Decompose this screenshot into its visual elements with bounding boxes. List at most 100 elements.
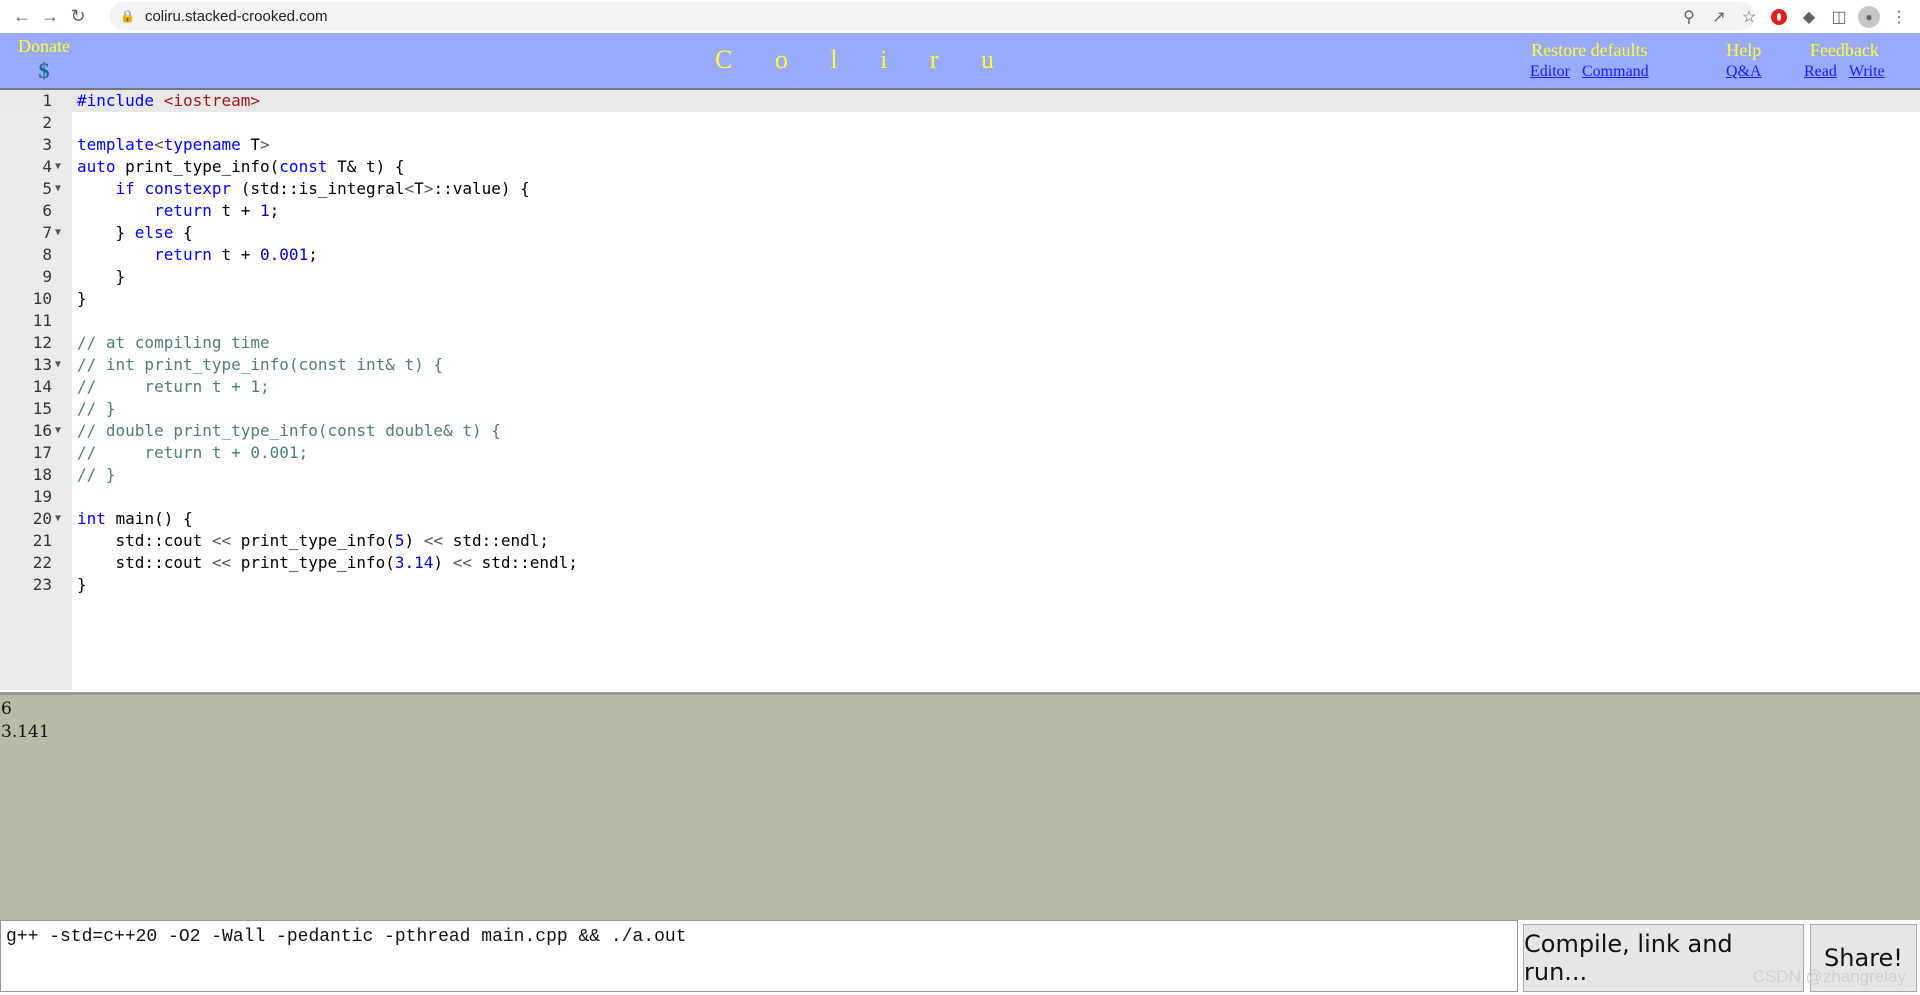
line-number: 22 — [32, 553, 52, 572]
line-number: 11 — [32, 311, 52, 330]
code-line[interactable]: 21 std::cout << print_type_info(5) << st… — [0, 530, 1920, 552]
profile-icon[interactable]: ● — [1854, 2, 1884, 32]
code-editor[interactable]: 1 #include <iostream> 2 3 template<typename … — [0, 90, 1920, 690]
line-number: 13 — [32, 355, 52, 374]
browser-toolbar: ← → ↻ 🔒 coliru.stacked-crooked.com ⚲ ↗ ☆… — [0, 0, 1920, 34]
code-text: } else { — [77, 223, 193, 242]
line-number: 21 — [32, 531, 52, 550]
fold-arrow-icon[interactable]: ▼ — [55, 354, 65, 376]
output-line: 6 — [1, 699, 12, 719]
code-line[interactable]: 15 // } — [0, 398, 1920, 420]
code-line[interactable]: 10} — [0, 288, 1920, 310]
code-line[interactable]: 22 std::cout << print_type_info(3.14) <<… — [0, 552, 1920, 574]
fold-arrow-icon[interactable]: ▼ — [55, 420, 65, 442]
help-menu: Help Q&A — [1720, 40, 1768, 81]
help-qa-link[interactable]: Q&A — [1726, 63, 1762, 80]
donate-label[interactable]: Donate — [18, 36, 70, 56]
restore-defaults-menu: Restore defaults Editor Command — [1524, 40, 1655, 81]
reload-icon[interactable]: ↻ — [64, 3, 92, 31]
code-text: // double print_type_info(const double& … — [77, 421, 501, 440]
line-number: 23 — [32, 575, 52, 594]
code-text: // at compiling time — [77, 333, 270, 352]
line-number: 15 — [32, 399, 52, 418]
line-number: 8 — [42, 245, 52, 264]
code-text: auto print_type_info(const T& t) { — [77, 157, 405, 176]
line-number: 2 — [42, 113, 52, 132]
zoom-icon[interactable]: ⚲ — [1674, 2, 1704, 32]
feedback-read-link[interactable]: Read — [1804, 63, 1837, 80]
command-input[interactable]: g++ -std=c++20 -O2 -Wall -pedantic -pthr… — [0, 920, 1518, 992]
line-number: 18 — [32, 465, 52, 484]
line-number: 20 — [32, 509, 52, 528]
code-line[interactable]: 4 ▼ auto print_type_info(const T& t) { — [0, 156, 1920, 178]
code-line[interactable]: 14 // return t + 1; — [0, 376, 1920, 398]
code-line[interactable]: 5 ▼ if constexpr (std::is_integral<T>::va… — [0, 178, 1920, 200]
code-line[interactable]: 9 } — [0, 266, 1920, 288]
line-number: 12 — [32, 333, 52, 352]
url-text: coliru.stacked-crooked.com — [144, 7, 328, 25]
code-line[interactable]: 1 #include <iostream> — [0, 90, 1920, 112]
code-text: std::cout << print_type_info(5) << std::… — [77, 531, 550, 550]
code-line[interactable]: 17 // return t + 0.001; — [0, 442, 1920, 464]
restore-editor-link[interactable]: Editor — [1530, 63, 1570, 80]
code-line[interactable]: 20 ▼ int main() { — [0, 508, 1920, 530]
lock-icon: 🔒 — [120, 9, 135, 23]
back-arrow-icon[interactable]: ← — [8, 3, 36, 31]
code-line[interactable]: 2 — [0, 112, 1920, 134]
fold-arrow-icon[interactable]: ▼ — [55, 222, 65, 244]
line-number: 10 — [32, 289, 52, 308]
code-text: // return t + 0.001; — [77, 443, 309, 462]
forward-arrow-icon[interactable]: → — [36, 3, 64, 31]
output-line: 3.141 — [1, 722, 50, 742]
code-line[interactable]: 23} — [0, 574, 1920, 596]
code-text: } — [77, 289, 87, 308]
line-number: 16 — [32, 421, 52, 440]
code-text: // return t + 1; — [77, 377, 270, 396]
fold-arrow-icon[interactable]: ▼ — [55, 508, 65, 530]
share-page-icon[interactable]: ↗ — [1704, 2, 1734, 32]
extensions-puzzle-icon[interactable]: ◆ — [1794, 2, 1824, 32]
code-text: #include <iostream> — [77, 91, 261, 110]
code-line[interactable]: 6 return t + 1; — [0, 200, 1920, 222]
code-text: } — [77, 575, 87, 594]
code-line[interactable]: 7 ▼ } else { — [0, 222, 1920, 244]
coliru-header: Donate $ C o l i r u Restore defaults Ed… — [0, 33, 1920, 90]
line-number: 19 — [32, 487, 52, 506]
code-line[interactable]: 18 // } — [0, 464, 1920, 486]
line-number: 1 — [42, 91, 52, 110]
help-label: Help — [1726, 40, 1762, 60]
bookmark-star-icon[interactable]: ☆ — [1734, 2, 1764, 32]
command-bar: g++ -std=c++20 -O2 -Wall -pedantic -pthr… — [0, 920, 1920, 995]
code-line[interactable]: 19 — [0, 486, 1920, 508]
feedback-write-link[interactable]: Write — [1849, 63, 1885, 80]
watermark: CSDN @zhangrelay — [1752, 967, 1906, 986]
code-line[interactable]: 16 ▼ // double print_type_info(const doubl… — [0, 420, 1920, 442]
donate-link[interactable]: Donate $ — [18, 36, 70, 84]
code-text: // } — [77, 399, 116, 418]
restore-defaults-label: Restore defaults — [1531, 40, 1648, 60]
program-output: 6 3.141 — [0, 692, 1920, 923]
line-number: 17 — [32, 443, 52, 462]
browser-menu-icon[interactable]: ⋮ — [1884, 2, 1914, 32]
line-number: 7 — [42, 223, 52, 242]
opera-extension-icon[interactable] — [1764, 2, 1794, 32]
code-line[interactable]: 11 — [0, 310, 1920, 332]
code-line[interactable]: 8 return t + 0.001; — [0, 244, 1920, 266]
code-text: return t + 1; — [154, 201, 280, 220]
code-line[interactable]: 13 ▼ // int print_type_info(const int& t) … — [0, 354, 1920, 376]
code-text: std::cout << print_type_info(3.14) << st… — [77, 553, 578, 572]
line-number: 4 — [42, 157, 52, 176]
address-bar[interactable]: 🔒 coliru.stacked-crooked.com — [110, 2, 1755, 30]
restore-command-link[interactable]: Command — [1582, 63, 1649, 80]
fold-arrow-icon[interactable]: ▼ — [55, 156, 65, 178]
code-line[interactable]: 12 // at compiling time — [0, 332, 1920, 354]
feedback-label: Feedback — [1809, 40, 1879, 60]
code-line[interactable]: 3 template<typename T> — [0, 134, 1920, 156]
fold-arrow-icon[interactable]: ▼ — [55, 178, 65, 200]
feedback-menu: Feedback Read Write — [1798, 40, 1891, 81]
dollar-icon[interactable]: $ — [18, 58, 70, 84]
side-panel-icon[interactable]: ◫ — [1824, 2, 1854, 32]
line-number: 6 — [42, 201, 52, 220]
coliru-logo: C o l i r u — [715, 45, 1012, 74]
line-number: 3 — [42, 135, 52, 154]
